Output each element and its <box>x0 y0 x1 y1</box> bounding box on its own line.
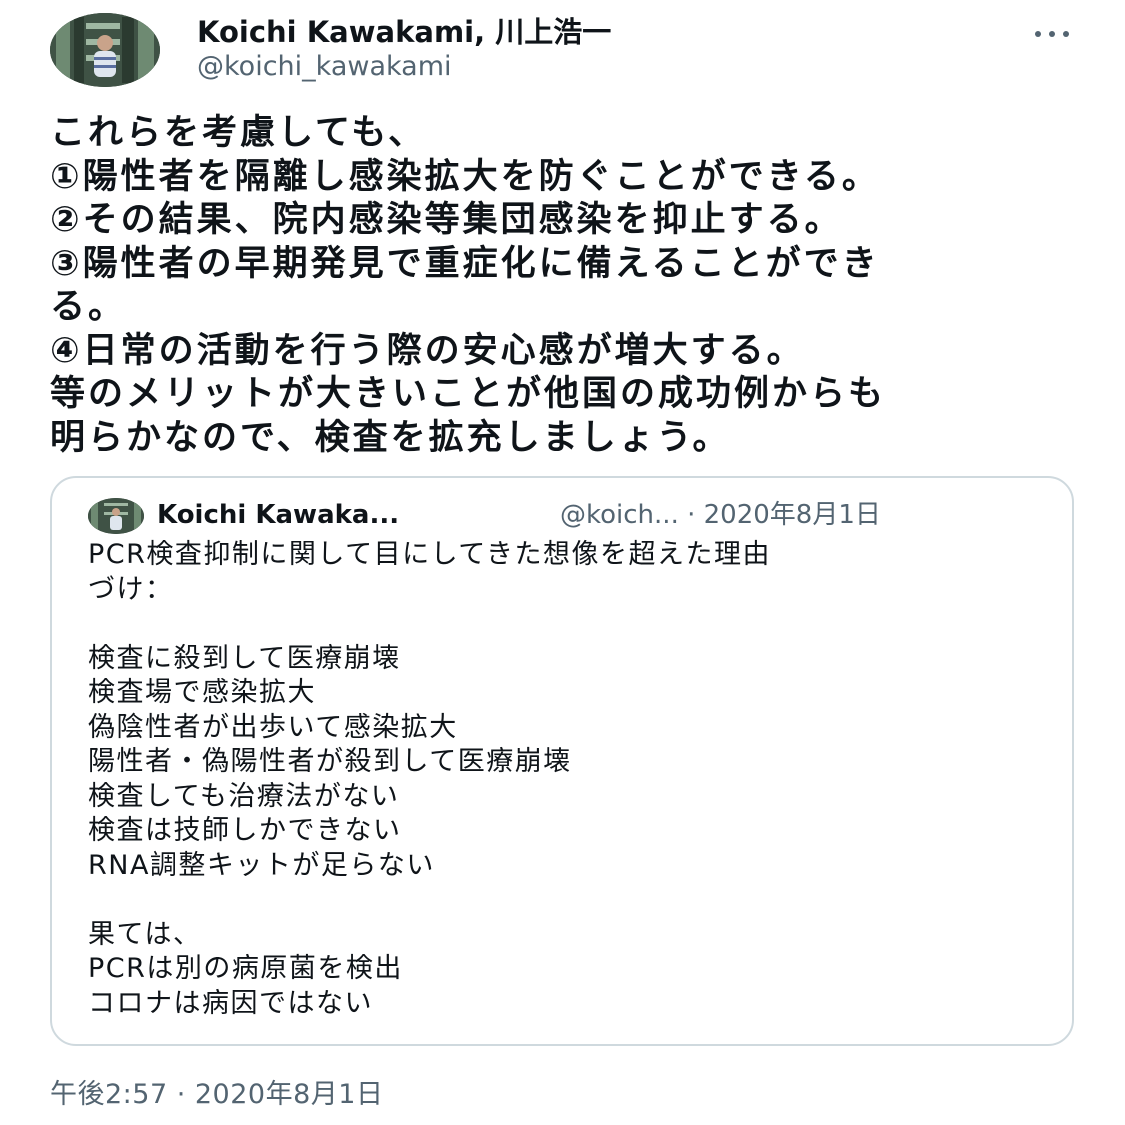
quoted-text-line: RNA調整キットが足らない <box>88 849 435 881</box>
more-horizontal-icon-dot <box>1049 31 1055 37</box>
quoted-text-line: 検査場で感染拡大 <box>88 677 316 708</box>
tweet-text-line: る。 <box>50 287 127 327</box>
profile-photo-icon <box>88 498 144 534</box>
tweet-text-line: ②その結果、院内感染等集団感染を抑止する。 <box>50 200 843 240</box>
tweet-text-line: 明らかなので、検査を拡充しましょう。 <box>50 417 731 458</box>
quoted-text-line: 検査に殺到して医療崩壊 <box>88 642 401 674</box>
quoted-tweet-text: PCR検査抑制に関して目にしてきた想像を超えた理由 づけ： 検査に殺到して医療崩… <box>88 538 1048 1021</box>
tweet-text-line: ③陽性者の早期発見で重症化に備えることができ <box>50 243 880 284</box>
more-horizontal-icon <box>1035 31 1041 37</box>
quoted-text-line: 検査しても治療法がない <box>88 780 400 812</box>
quoted-avatar <box>88 498 144 534</box>
author-display-name[interactable]: Koichi Kawakami, 川上浩一 <box>197 14 611 50</box>
tweet-text-line: ④日常の活動を行う際の安心感が増大する。 <box>50 330 805 371</box>
tweet-text-line: 等のメリットが大きいことが他国の成功例からも <box>50 374 887 414</box>
quoted-text-line: づけ： <box>88 573 174 605</box>
quoted-text-line: 偽陰性者が出歩いて感染拡大 <box>88 711 458 743</box>
avatar[interactable] <box>50 13 160 87</box>
quoted-text-line: PCR検査抑制に関して目にしてきた想像を超えた理由 <box>88 539 771 570</box>
profile-photo-icon <box>50 13 160 87</box>
tweet-timestamp[interactable]: 午後2:57 · 2020年8月1日 <box>50 1077 383 1113</box>
quoted-text-line: PCRは別の病原菌を検出 <box>88 953 403 984</box>
tweet: Koichi Kawakami, 川上浩一 @koichi_kawakami こ… <box>0 0 1125 1125</box>
author-handle[interactable]: @koichi_kawakami <box>197 50 452 84</box>
tweet-text-line: これらを考慮しても、 <box>50 113 427 153</box>
tweet-text-line: ①陽性者を隔離し感染拡大を防ぐことができる。 <box>50 156 880 197</box>
quoted-tweet-card[interactable]: Koichi Kawaka... @koich... · 2020年8月1日 P… <box>50 476 1074 1046</box>
quoted-text-line: 検査は技師しかできない <box>88 815 402 846</box>
quoted-text-line: 陽性者・偽陽性者が殺到して医療崩壊 <box>88 746 572 777</box>
quoted-text-line <box>88 607 1048 642</box>
quoted-handle-date: @koich... · 2020年8月1日 <box>560 500 881 530</box>
more-horizontal-icon-dot <box>1063 31 1069 37</box>
quoted-text-line <box>88 883 1048 918</box>
quoted-text-line: 果ては、 <box>88 918 202 950</box>
more-options-button[interactable] <box>1022 20 1082 48</box>
quoted-text-line: コロナは病因ではない <box>88 987 373 1019</box>
tweet-text: これらを考慮しても、 ①陽性者を隔離し感染拡大を防ぐことができる。 ②その結果、… <box>50 112 1060 460</box>
quoted-display-name: Koichi Kawaka... <box>157 500 400 530</box>
